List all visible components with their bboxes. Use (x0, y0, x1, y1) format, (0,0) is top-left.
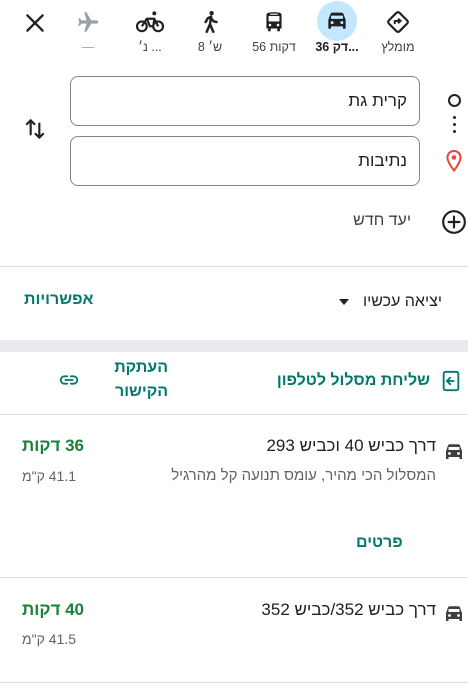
add-circle-icon (442, 210, 466, 234)
travel-mode-bar: מומלץ 36 דק... 56 דקות 8 ש׳ נ׳ ... — (0, 0, 468, 66)
copy-link-label: העתקת הקישור (114, 359, 168, 400)
route-distance: 41.1 ק"מ (22, 468, 76, 484)
divider (0, 682, 468, 683)
bike-icon (132, 6, 168, 38)
mode-best-label: מומלץ (381, 40, 415, 54)
route-card[interactable]: דרך כביש 352/כביש 352 40 דקות 41.5 ק"מ (0, 578, 468, 682)
route-duration: 40 דקות (22, 600, 84, 619)
mode-bike-label: נ׳ ... (138, 40, 162, 54)
mode-best[interactable]: מומלץ (370, 0, 426, 62)
mode-bike[interactable]: נ׳ ... (122, 0, 178, 62)
route-card[interactable]: דרך כביש 40 וכביש 293 המסלול הכי מהיר, ע… (0, 415, 468, 577)
route-details-link[interactable]: פרטים (356, 534, 403, 552)
route-duration: 36 דקות (22, 436, 84, 455)
depart-label: יציאה עכשיו (362, 293, 442, 310)
route-name: דרך כביש 352/כביש 352 (261, 600, 436, 619)
car-icon (446, 444, 462, 459)
plane-icon (70, 6, 106, 38)
car-icon (317, 1, 357, 41)
mode-walk[interactable]: 8 ש׳ (182, 0, 238, 62)
send-to-phone-button[interactable]: שליחת מסלול לטלפון (277, 366, 462, 396)
send-to-phone-label: שליחת מסלול לטלפון (276, 372, 430, 389)
mode-flight-label: — (81, 40, 95, 54)
destination-pin-icon (446, 150, 462, 172)
mode-flight[interactable]: — (60, 0, 116, 62)
copy-link-button[interactable]: העתקת הקישור (58, 356, 168, 404)
divider (0, 266, 468, 267)
mode-transit[interactable]: 56 דקות (246, 0, 302, 62)
mode-drive-label: 36 דק... (315, 40, 359, 54)
depart-now-dropdown[interactable]: יציאה עכשיו (338, 290, 442, 314)
walk-icon (192, 6, 228, 38)
mode-transit-label: 56 דקות (252, 40, 296, 54)
route-description: המסלול הכי מהיר, עומס תנועה קל מהרגיל (171, 467, 436, 484)
destination-field[interactable] (70, 136, 420, 186)
route-distance: 41.5 ק"מ (22, 631, 76, 647)
swap-button[interactable] (22, 116, 48, 142)
options-button[interactable]: אפשרויות (24, 291, 93, 309)
mode-walk-label: 8 ש׳ (197, 40, 223, 54)
origin-circle-icon (448, 94, 461, 107)
mode-drive[interactable]: 36 דק... (309, 0, 365, 62)
close-icon (26, 14, 44, 32)
swap-icon (25, 119, 45, 139)
add-destination-button[interactable]: יעד חדש (300, 205, 468, 239)
bus-icon (256, 6, 292, 38)
send-to-phone-icon (442, 370, 460, 392)
origin-field[interactable] (70, 76, 420, 126)
add-destination-label: יעד חדש (353, 212, 411, 229)
dropdown-caret-icon (338, 299, 349, 305)
diamond-turn-icon (380, 6, 416, 38)
car-icon (446, 606, 462, 621)
close-button[interactable] (22, 10, 48, 36)
section-divider (0, 340, 468, 352)
link-icon (59, 375, 79, 385)
vertical-dots-icon (453, 116, 457, 137)
route-name: דרך כביש 40 וכביש 293 (266, 436, 436, 455)
